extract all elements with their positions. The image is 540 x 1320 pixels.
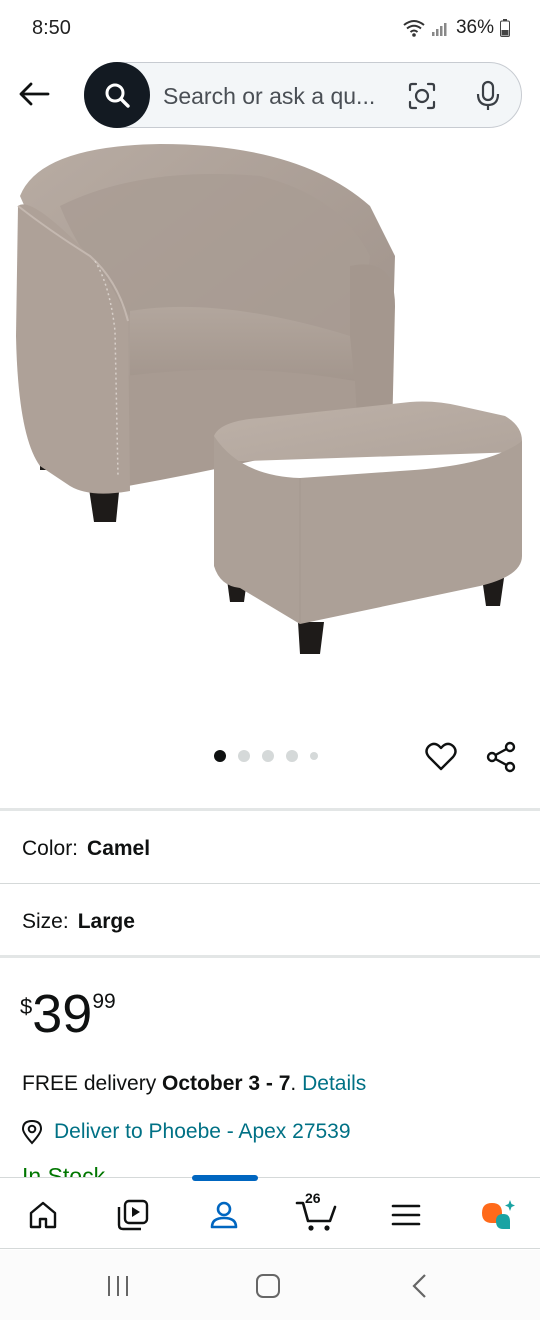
share-icon	[486, 741, 516, 773]
stock-status: In Stock	[22, 1163, 106, 1178]
active-tab-indicator	[192, 1175, 258, 1181]
search-button[interactable]	[84, 62, 150, 128]
color-label: Color:	[22, 837, 79, 860]
carousel-dot-1[interactable]	[214, 750, 226, 762]
home-square-icon	[256, 1274, 280, 1298]
status-icons: 36%	[402, 17, 510, 39]
delivery-separator: .	[290, 1072, 303, 1095]
search-header: Search or ask a qu...	[0, 56, 540, 136]
camera-search-button[interactable]	[405, 79, 439, 113]
add-to-list-button[interactable]	[422, 738, 460, 776]
signal-icon	[431, 20, 450, 36]
delivery-prefix: FREE delivery	[22, 1072, 163, 1095]
carousel-dot-3[interactable]	[262, 750, 274, 762]
delivery-info: FREE delivery October 3 - 7. Details	[22, 1072, 366, 1096]
nav-home[interactable]	[20, 1192, 66, 1238]
nav-rufus[interactable]	[474, 1192, 520, 1238]
camera-scan-icon	[408, 82, 436, 110]
chair-and-ottoman-image	[16, 144, 522, 654]
recent-apps-button[interactable]	[98, 1268, 138, 1304]
search-icon	[105, 83, 130, 108]
delivery-details-link[interactable]: Details	[302, 1072, 366, 1095]
system-navigation-bar	[0, 1250, 540, 1320]
price-fraction: 99	[92, 990, 116, 1013]
rufus-icon	[482, 1200, 515, 1229]
wifi-icon	[402, 19, 426, 37]
carousel-dots[interactable]	[214, 750, 318, 762]
back-button[interactable]	[14, 74, 54, 114]
size-selector[interactable]: Size: Large	[0, 886, 540, 958]
home-system-button[interactable]	[248, 1268, 288, 1304]
section-divider	[0, 955, 540, 958]
deliver-to-text: Deliver to Phoebe - Apex 27539	[54, 1120, 351, 1143]
back-system-button[interactable]	[400, 1268, 440, 1304]
bottom-navigation: 26	[0, 1175, 540, 1249]
back-arrow-icon	[19, 82, 50, 106]
search-input[interactable]: Search or ask a qu...	[163, 83, 393, 110]
section-divider	[0, 808, 540, 811]
location-pin-icon	[21, 1119, 43, 1145]
carousel-dot-5[interactable]	[310, 752, 318, 760]
delivery-date: October 3 - 7	[162, 1072, 291, 1095]
nav-account[interactable]	[201, 1192, 247, 1238]
heart-icon	[425, 742, 457, 771]
product-image[interactable]	[0, 136, 540, 716]
battery-percent: 36%	[455, 17, 494, 38]
size-label: Size:	[22, 910, 69, 933]
microphone-icon	[476, 80, 500, 110]
voice-search-button[interactable]	[471, 79, 505, 113]
cart-count: 26	[305, 1190, 321, 1206]
color-selector[interactable]: Color: Camel	[0, 813, 540, 885]
status-time: 8:50	[32, 17, 71, 39]
home-icon	[29, 1201, 57, 1229]
back-chevron-icon	[412, 1274, 426, 1298]
size-value: Large	[77, 910, 135, 933]
nav-cart[interactable]: 26	[292, 1190, 342, 1238]
image-carousel-controls	[0, 728, 540, 784]
row-divider	[0, 883, 540, 884]
nav-menu[interactable]	[383, 1192, 429, 1238]
status-bar: 8:50 36%	[0, 0, 540, 56]
search-bar[interactable]: Search or ask a qu...	[84, 62, 522, 128]
menu-icon	[391, 1204, 421, 1226]
carousel-dot-2[interactable]	[238, 750, 250, 762]
recent-apps-icon	[108, 1276, 128, 1296]
color-value: Camel	[87, 837, 151, 860]
price-whole: 39	[32, 984, 93, 1044]
product-price: $ 39 99	[20, 982, 116, 1046]
account-icon	[210, 1201, 238, 1229]
carousel-dot-4[interactable]	[286, 750, 298, 762]
battery-icon	[500, 19, 510, 37]
video-icon	[117, 1199, 149, 1231]
deliver-to-location[interactable]: Deliver to Phoebe - Apex 27539	[20, 1119, 351, 1145]
nav-video[interactable]	[110, 1192, 156, 1238]
price-currency-symbol: $	[20, 994, 33, 1019]
share-button[interactable]	[482, 738, 520, 776]
